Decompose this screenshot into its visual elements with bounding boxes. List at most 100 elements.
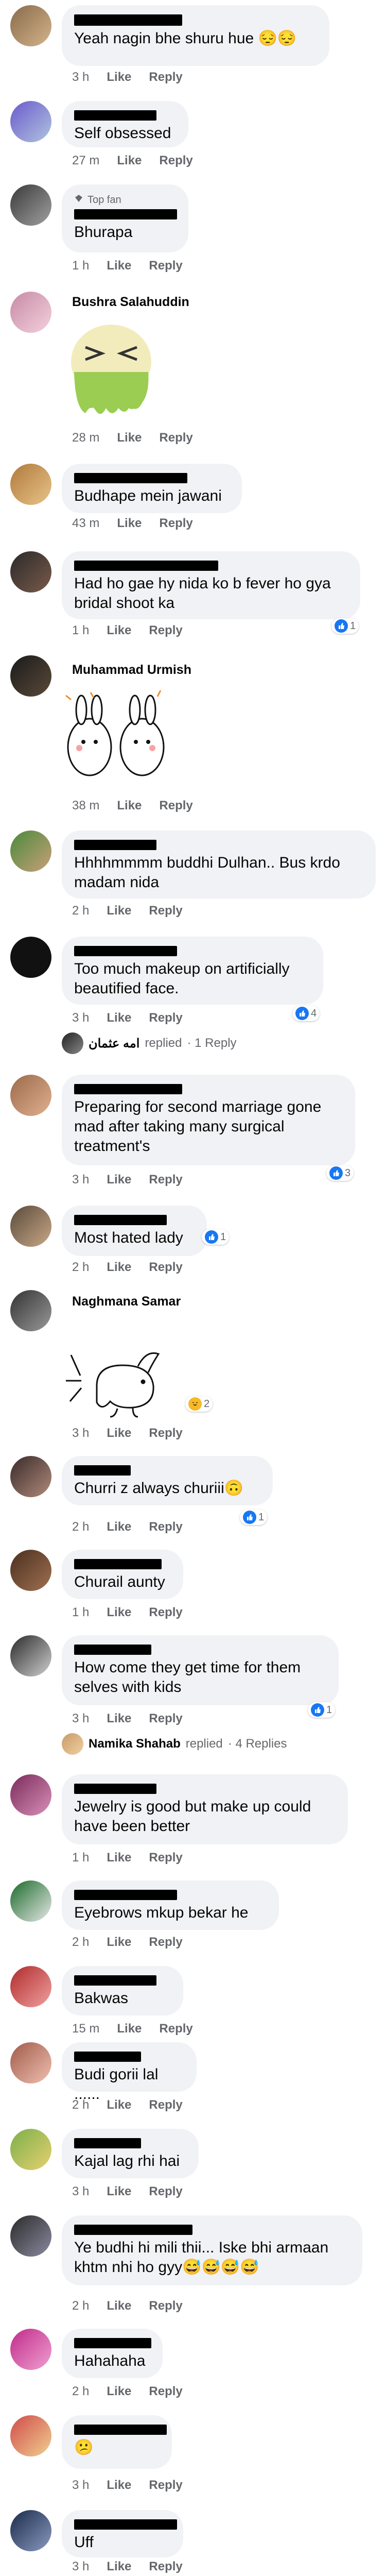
comment-text: Had ho gae hy nida ko b fever ho gya bri… [74,575,331,612]
avatar[interactable] [10,1635,51,1676]
comment-meta: 2 h Like Reply [72,2098,183,2112]
like-button[interactable]: Like [107,2560,131,2574]
reply-count: · 4 Replies [227,1737,287,1751]
reply-button[interactable]: Reply [149,1173,182,1187]
reply-button[interactable]: Reply [149,70,182,84]
reply-button[interactable]: Reply [149,1605,182,1620]
reply-button[interactable]: Reply [149,259,182,273]
avatar[interactable] [10,464,51,505]
like-button[interactable]: Like [117,431,142,445]
like-button[interactable]: Like [107,70,131,84]
commenter-name[interactable]: Naghmana Samar [72,1294,181,1309]
comment-bubble: 😕 [62,2415,172,2469]
like-button[interactable]: Like [117,154,142,168]
avatar[interactable] [10,1075,51,1116]
like-button[interactable]: Like [107,1605,131,1620]
avatar[interactable] [10,1456,51,1497]
reaction-count[interactable]: 1 [308,1702,336,1718]
avatar[interactable] [10,1880,51,1922]
avatar[interactable] [10,2329,51,2370]
reply-button[interactable]: Reply [149,2384,182,2399]
commenter-name[interactable]: Bushra Salahuddin [72,295,189,310]
comment-meta: 38 m Like Reply [72,799,193,813]
comment-meta: 1 h Like Reply [72,1851,183,1865]
reaction-count[interactable]: 1 [331,618,359,634]
comment-text: Budhape mein jawani [74,487,222,504]
avatar[interactable] [10,551,51,592]
avatar[interactable] [10,2042,51,2083]
like-button[interactable]: Like [107,2384,131,2399]
avatar[interactable] [10,831,51,872]
like-button[interactable]: Like [107,904,131,918]
like-button[interactable]: Like [107,1173,131,1187]
avatar[interactable] [10,2129,51,2170]
avatar[interactable] [10,292,51,333]
avatar[interactable] [10,937,51,978]
reply-button[interactable]: Reply [159,431,192,445]
like-button[interactable]: Like [107,259,131,273]
reply-button[interactable]: Reply [149,2478,182,2493]
reply-button[interactable]: Reply [159,516,192,531]
avatar[interactable] [10,2215,51,2257]
avatar[interactable] [10,1550,51,1591]
like-button[interactable]: Like [107,1260,131,1275]
like-button[interactable]: Like [117,799,142,813]
reply-button[interactable]: Reply [159,799,192,813]
view-replies-link[interactable]: Namika Shahab replied · 4 Replies [62,1733,287,1755]
reply-button[interactable]: Reply [149,1851,182,1865]
reply-button[interactable]: Reply [149,1520,182,1534]
like-button[interactable]: Like [107,2098,131,2112]
reply-button[interactable]: Reply [149,1260,182,1275]
reply-button[interactable]: Reply [149,623,182,638]
avatar[interactable] [10,1774,51,1816]
reply-button[interactable]: Reply [149,2299,182,2313]
reply-button[interactable]: Reply [149,2560,182,2574]
avatar[interactable] [10,2415,51,2456]
reply-button[interactable]: Reply [149,1426,182,1440]
reply-button[interactable]: Reply [149,2098,182,2112]
timestamp: 38 m [72,799,100,812]
avatar[interactable] [10,1966,51,2007]
reply-button[interactable]: Reply [159,2022,192,2036]
comment-meta: 3 h Like Reply [72,1011,183,1025]
like-button[interactable]: Like [107,2478,131,2493]
avatar[interactable] [10,2510,51,2551]
avatar[interactable] [10,101,51,142]
reaction-count[interactable]: 1 [240,1510,268,1525]
reaction-count[interactable]: 3 [326,1165,354,1181]
reply-button[interactable]: Reply [159,154,192,168]
like-button[interactable]: Like [107,2299,131,2313]
reply-button[interactable]: Reply [149,2184,182,2199]
like-button[interactable]: Like [107,1935,131,1950]
comment-text: Churail aunty [74,1573,165,1590]
like-button[interactable]: Like [107,623,131,638]
like-button[interactable]: Like [117,2022,142,2036]
commenter-name[interactable]: Muhammad Urmish [72,663,191,677]
avatar[interactable] [10,655,51,697]
reaction-count[interactable]: 4 [292,1006,320,1021]
avatar[interactable] [10,1206,51,1247]
like-button[interactable]: Like [107,2184,131,2199]
like-button[interactable]: Like [107,1520,131,1534]
reaction-count[interactable]: 2 [185,1396,213,1412]
comment-bubble: Churail aunty [62,1550,183,1599]
avatar[interactable] [10,1290,51,1331]
timestamp: 3 h [72,2478,90,2492]
like-button[interactable]: Like [107,1426,131,1440]
like-button[interactable]: Like [107,1011,131,1025]
reply-button[interactable]: Reply [149,1935,182,1950]
like-button[interactable]: Like [107,1851,131,1865]
reply-button[interactable]: Reply [149,904,182,918]
reply-button[interactable]: Reply [149,1011,182,1025]
redacted-name [74,14,182,26]
reply-button[interactable]: Reply [149,1711,182,1726]
timestamp: 3 h [72,1011,90,1025]
avatar[interactable] [10,5,51,46]
avatar[interactable] [10,184,51,226]
like-button[interactable]: Like [107,1711,131,1726]
view-replies-link[interactable]: امه عثمان replied · 1 Reply [62,1032,237,1054]
redacted-name [74,2338,151,2348]
redacted-name [74,1975,156,1986]
reaction-count[interactable]: 1 [202,1229,230,1245]
like-button[interactable]: Like [117,516,142,531]
